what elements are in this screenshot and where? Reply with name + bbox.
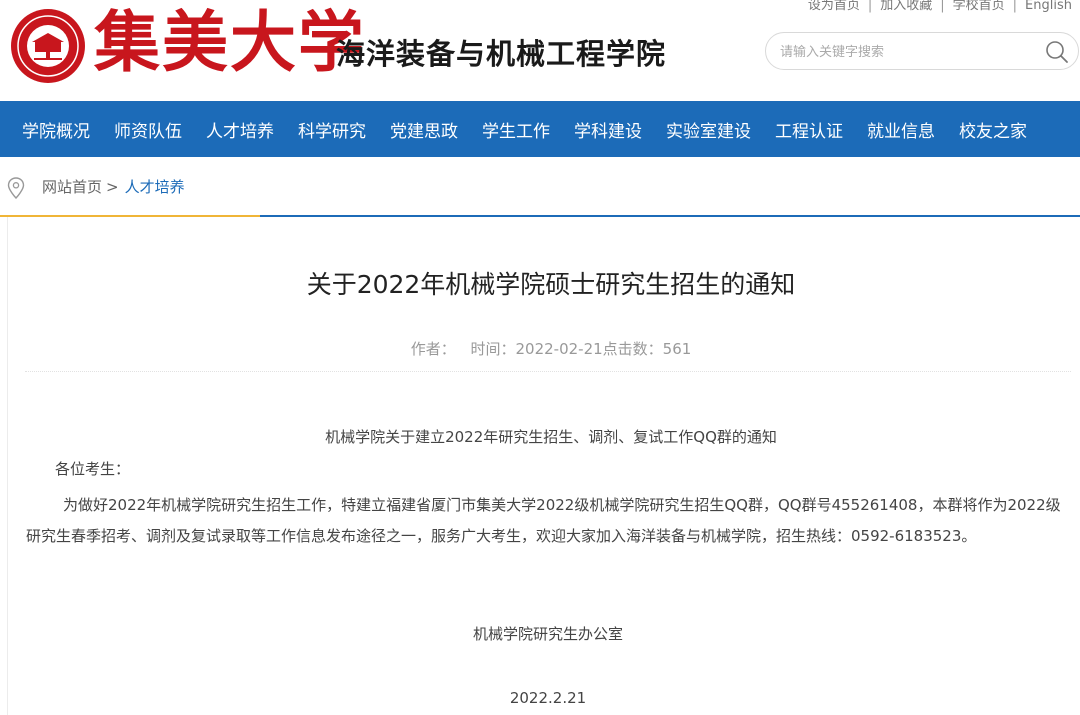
university-name-logo[interactable]: 集美大学: [94, 2, 366, 82]
article-time: 时间：2022-02-21: [470, 340, 603, 358]
meta-divider: [25, 371, 1071, 372]
notice-body-text: 为做好2022年机械学院研究生招生工作，特建立福建省厦门市集美大学2022级机械…: [26, 496, 1061, 545]
nav-item-research[interactable]: 科学研究: [298, 117, 366, 142]
notice-greeting: 各位考生：: [55, 460, 131, 478]
article: 关于2022年机械学院硕士研究生招生的通知 作者： 时间：2022-02-21点…: [7, 217, 1080, 715]
nav-item-talent-training[interactable]: 人才培养: [206, 117, 274, 142]
breadcrumb-current-link[interactable]: 人才培养: [125, 178, 185, 196]
article-author: 作者：: [410, 340, 456, 358]
breadcrumb: 网站首页 > 人才培养: [0, 157, 1080, 217]
location-pin-icon: [7, 177, 25, 199]
add-favorite-link[interactable]: 加入收藏: [880, 0, 932, 13]
nav-item-discipline[interactable]: 学科建设: [574, 117, 642, 142]
article-meta: 作者： 时间：2022-02-21点击数：561: [8, 339, 1080, 359]
search-icon[interactable]: [1044, 39, 1070, 65]
notice-date: 2022.2.21: [509, 689, 587, 707]
link-divider: |: [867, 0, 873, 13]
search-input[interactable]: [780, 41, 1030, 63]
notice-body: 为做好2022年机械学院研究生招生工作，特建立福建省厦门市集美大学2022级机械…: [26, 490, 1066, 552]
breadcrumb-home-link[interactable]: 网站首页: [42, 178, 102, 196]
nav-item-faculty[interactable]: 师资队伍: [114, 117, 182, 142]
college-name: 海洋装备与机械工程学院: [336, 37, 667, 71]
notice-heading: 机械学院关于建立2022年研究生招生、调剂、复试工作QQ群的通知: [325, 428, 777, 446]
nav-item-accreditation[interactable]: 工程认证: [775, 117, 843, 142]
nav-item-laboratory[interactable]: 实验室建设: [666, 117, 751, 142]
english-link[interactable]: English: [1025, 0, 1072, 13]
nav-item-student-affairs[interactable]: 学生工作: [482, 117, 550, 142]
nav-item-party-building[interactable]: 党建思政: [390, 117, 458, 142]
nav-item-alumni[interactable]: 校友之家: [959, 117, 1027, 142]
nav-item-employment[interactable]: 就业信息: [867, 117, 935, 142]
search-box: [765, 32, 1079, 70]
set-homepage-link[interactable]: 设为首页: [808, 0, 860, 13]
site-header: 集美大学 海洋装备与机械工程学院 设为首页 | 加入收藏 | 学校首页 | English: [0, 0, 1080, 101]
notice-signature: 机械学院研究生办公室: [472, 625, 623, 643]
breadcrumb-separator: >: [106, 178, 119, 196]
link-divider: |: [940, 0, 945, 13]
school-homepage-link[interactable]: 学校首页: [953, 0, 1005, 13]
main-nav: 学院概况 师资队伍 人才培养 科学研究 党建思政 学生工作 学科建设 实验室建设…: [0, 101, 1080, 157]
article-title: 关于2022年机械学院硕士研究生招生的通知: [306, 270, 796, 299]
article-clicks: 点击数：561: [602, 340, 692, 358]
link-divider: |: [1012, 0, 1018, 13]
nav-item-college-overview[interactable]: 学院概况: [22, 117, 90, 142]
university-seal-logo[interactable]: [10, 8, 86, 84]
top-links: 设为首页 | 加入收藏 | 学校首页 | English: [808, 0, 1072, 16]
